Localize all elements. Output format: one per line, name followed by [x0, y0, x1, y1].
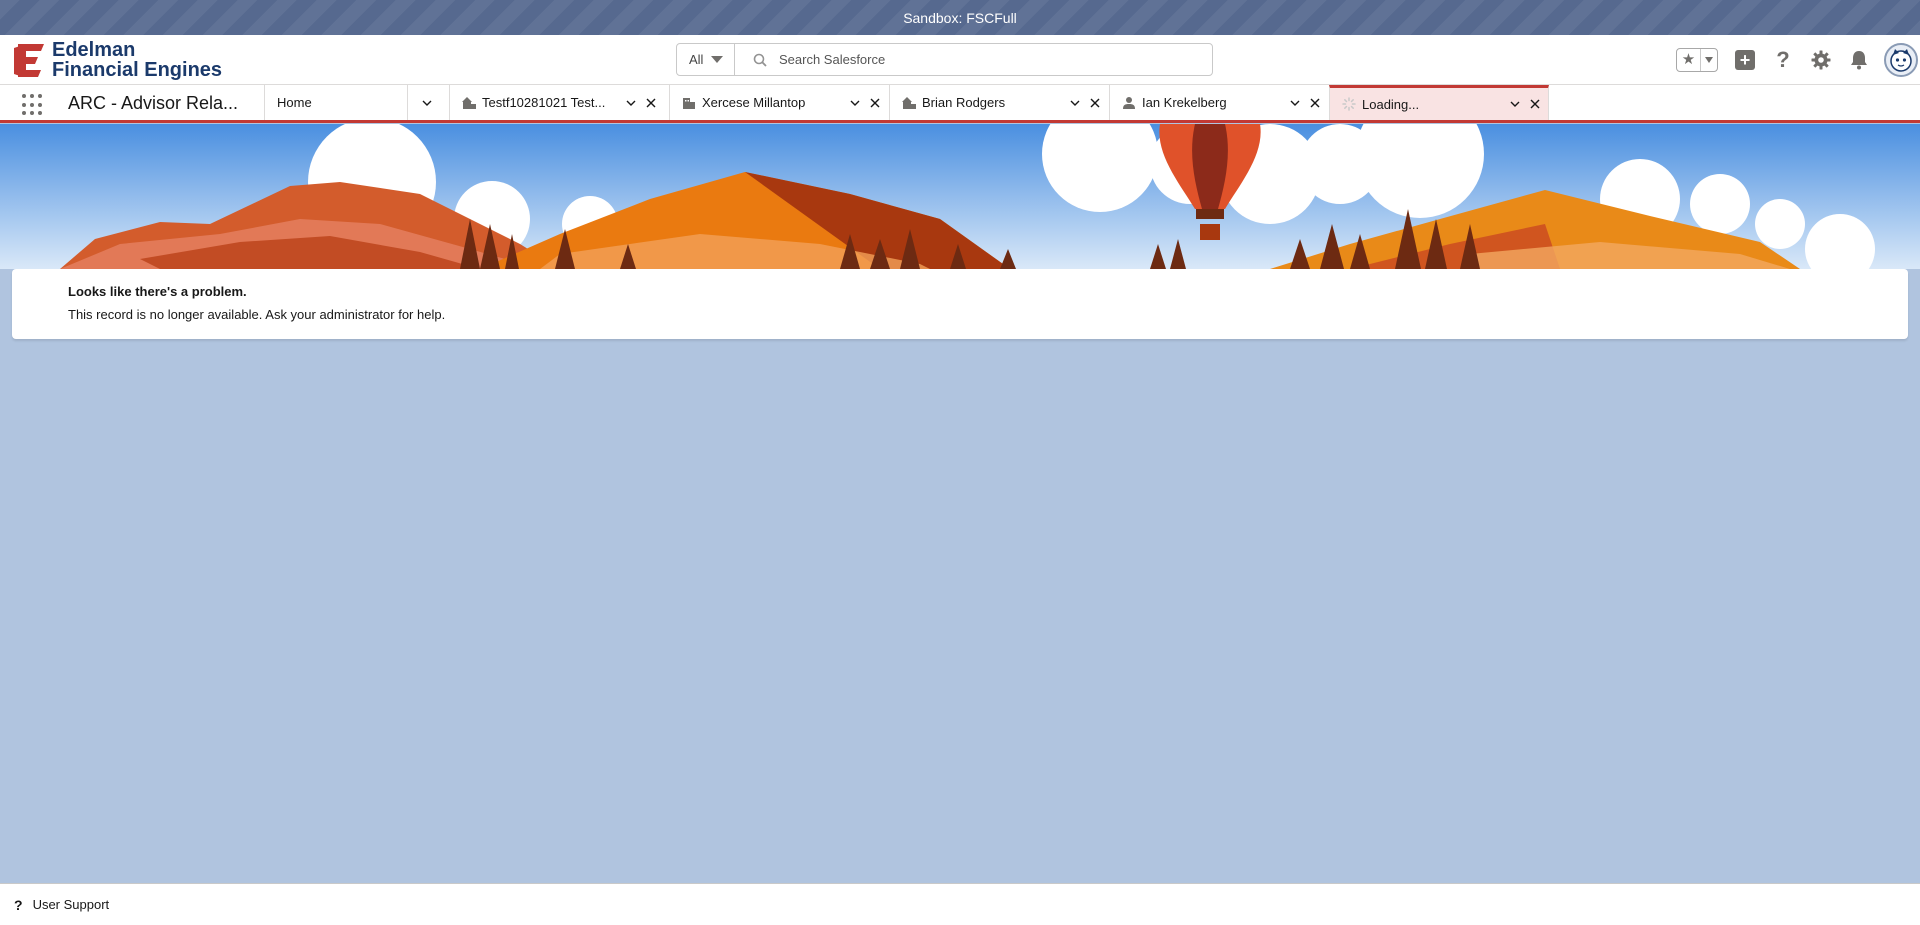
close-icon[interactable] — [1530, 99, 1540, 109]
error-message: This record is no longer available. Ask … — [68, 307, 446, 322]
building-icon — [683, 97, 695, 109]
hero-illustration — [0, 124, 1920, 269]
help-icon: ? — [1776, 47, 1790, 72]
company-logo[interactable]: Edelman Financial Engines — [14, 40, 222, 80]
tab-loading[interactable]: Loading... — [1329, 85, 1549, 120]
bell-icon — [1851, 51, 1867, 70]
logo-mark-icon — [14, 44, 44, 77]
spinner-icon — [1342, 97, 1356, 111]
close-icon[interactable] — [1090, 98, 1100, 108]
close-icon[interactable] — [1310, 98, 1320, 108]
tab-home[interactable]: Home — [264, 85, 407, 120]
tab-testf10281021[interactable]: Testf10281021 Test... — [449, 85, 669, 120]
utility-bar: ? User Support — [0, 883, 1920, 925]
global-header: Edelman Financial Engines All Search Sal… — [0, 35, 1920, 85]
close-icon[interactable] — [646, 98, 656, 108]
chevron-down-icon[interactable] — [850, 98, 860, 108]
tab-label: Loading... — [1362, 96, 1420, 112]
plus-icon: + — [1735, 50, 1755, 70]
search-scope-label: All — [689, 52, 704, 67]
tab-label: Testf10281021 Test... — [482, 95, 606, 110]
tab-ian-krekelberg[interactable]: Ian Krekelberg — [1109, 85, 1329, 120]
setup-button[interactable] — [1810, 49, 1832, 71]
household-icon — [462, 96, 476, 109]
nav-menu-dropdown[interactable] — [407, 85, 449, 120]
chevron-down-icon — [422, 100, 432, 106]
app-launcher-icon[interactable] — [22, 94, 44, 116]
tab-label: Brian Rodgers — [922, 95, 1006, 110]
tab-label: Xercese Millantop — [702, 95, 806, 110]
app-name: ARC - Advisor Rela... — [68, 93, 239, 113]
sandbox-banner: Sandbox: FSCFull — [0, 0, 1920, 35]
avatar[interactable] — [1884, 43, 1918, 77]
help-icon: ? — [14, 896, 23, 913]
global-create-button[interactable]: + — [1734, 49, 1756, 71]
star-icon[interactable]: ★ — [1677, 49, 1701, 71]
tab-label: Home — [277, 95, 312, 110]
chevron-down-icon[interactable] — [1510, 99, 1520, 109]
navigation-bar: ARC - Advisor Rela... Home Testf10281021… — [0, 85, 1920, 123]
favorites-group: ★ — [1676, 48, 1718, 72]
global-search: All Search Salesforce — [676, 43, 1213, 76]
tab-label: Ian Krekelberg — [1142, 95, 1227, 110]
person-icon — [1123, 96, 1135, 109]
search-icon — [753, 53, 767, 67]
gear-icon — [1811, 50, 1831, 70]
error-panel: Looks like there's a problem. This recor… — [12, 269, 1908, 339]
notifications-button[interactable] — [1848, 49, 1870, 71]
household-icon — [902, 96, 916, 109]
help-button[interactable]: ? — [1772, 47, 1794, 72]
caret-down-icon — [711, 56, 724, 63]
user-support-link[interactable]: User Support — [33, 897, 110, 912]
close-icon[interactable] — [870, 98, 880, 108]
logo-line-1: Edelman — [52, 39, 136, 61]
favorites-dropdown-icon[interactable] — [1701, 57, 1717, 63]
error-title: Looks like there's a problem. — [68, 284, 247, 299]
search-input[interactable]: Search Salesforce — [779, 52, 885, 67]
tab-xercese-millantop[interactable]: Xercese Millantop — [669, 85, 889, 120]
chevron-down-icon[interactable] — [1290, 98, 1300, 108]
search-scope-dropdown[interactable]: All — [677, 44, 735, 75]
sandbox-label: Sandbox: FSCFull — [903, 9, 1017, 26]
header-actions: ★ + ? — [1676, 43, 1918, 77]
landscape-illustration — [0, 124, 1920, 269]
tab-brian-rodgers[interactable]: Brian Rodgers — [889, 85, 1109, 120]
logo-line-2: Financial Engines — [52, 59, 223, 81]
astro-avatar-icon — [1890, 49, 1912, 72]
chevron-down-icon[interactable] — [626, 98, 636, 108]
chevron-down-icon[interactable] — [1070, 98, 1080, 108]
